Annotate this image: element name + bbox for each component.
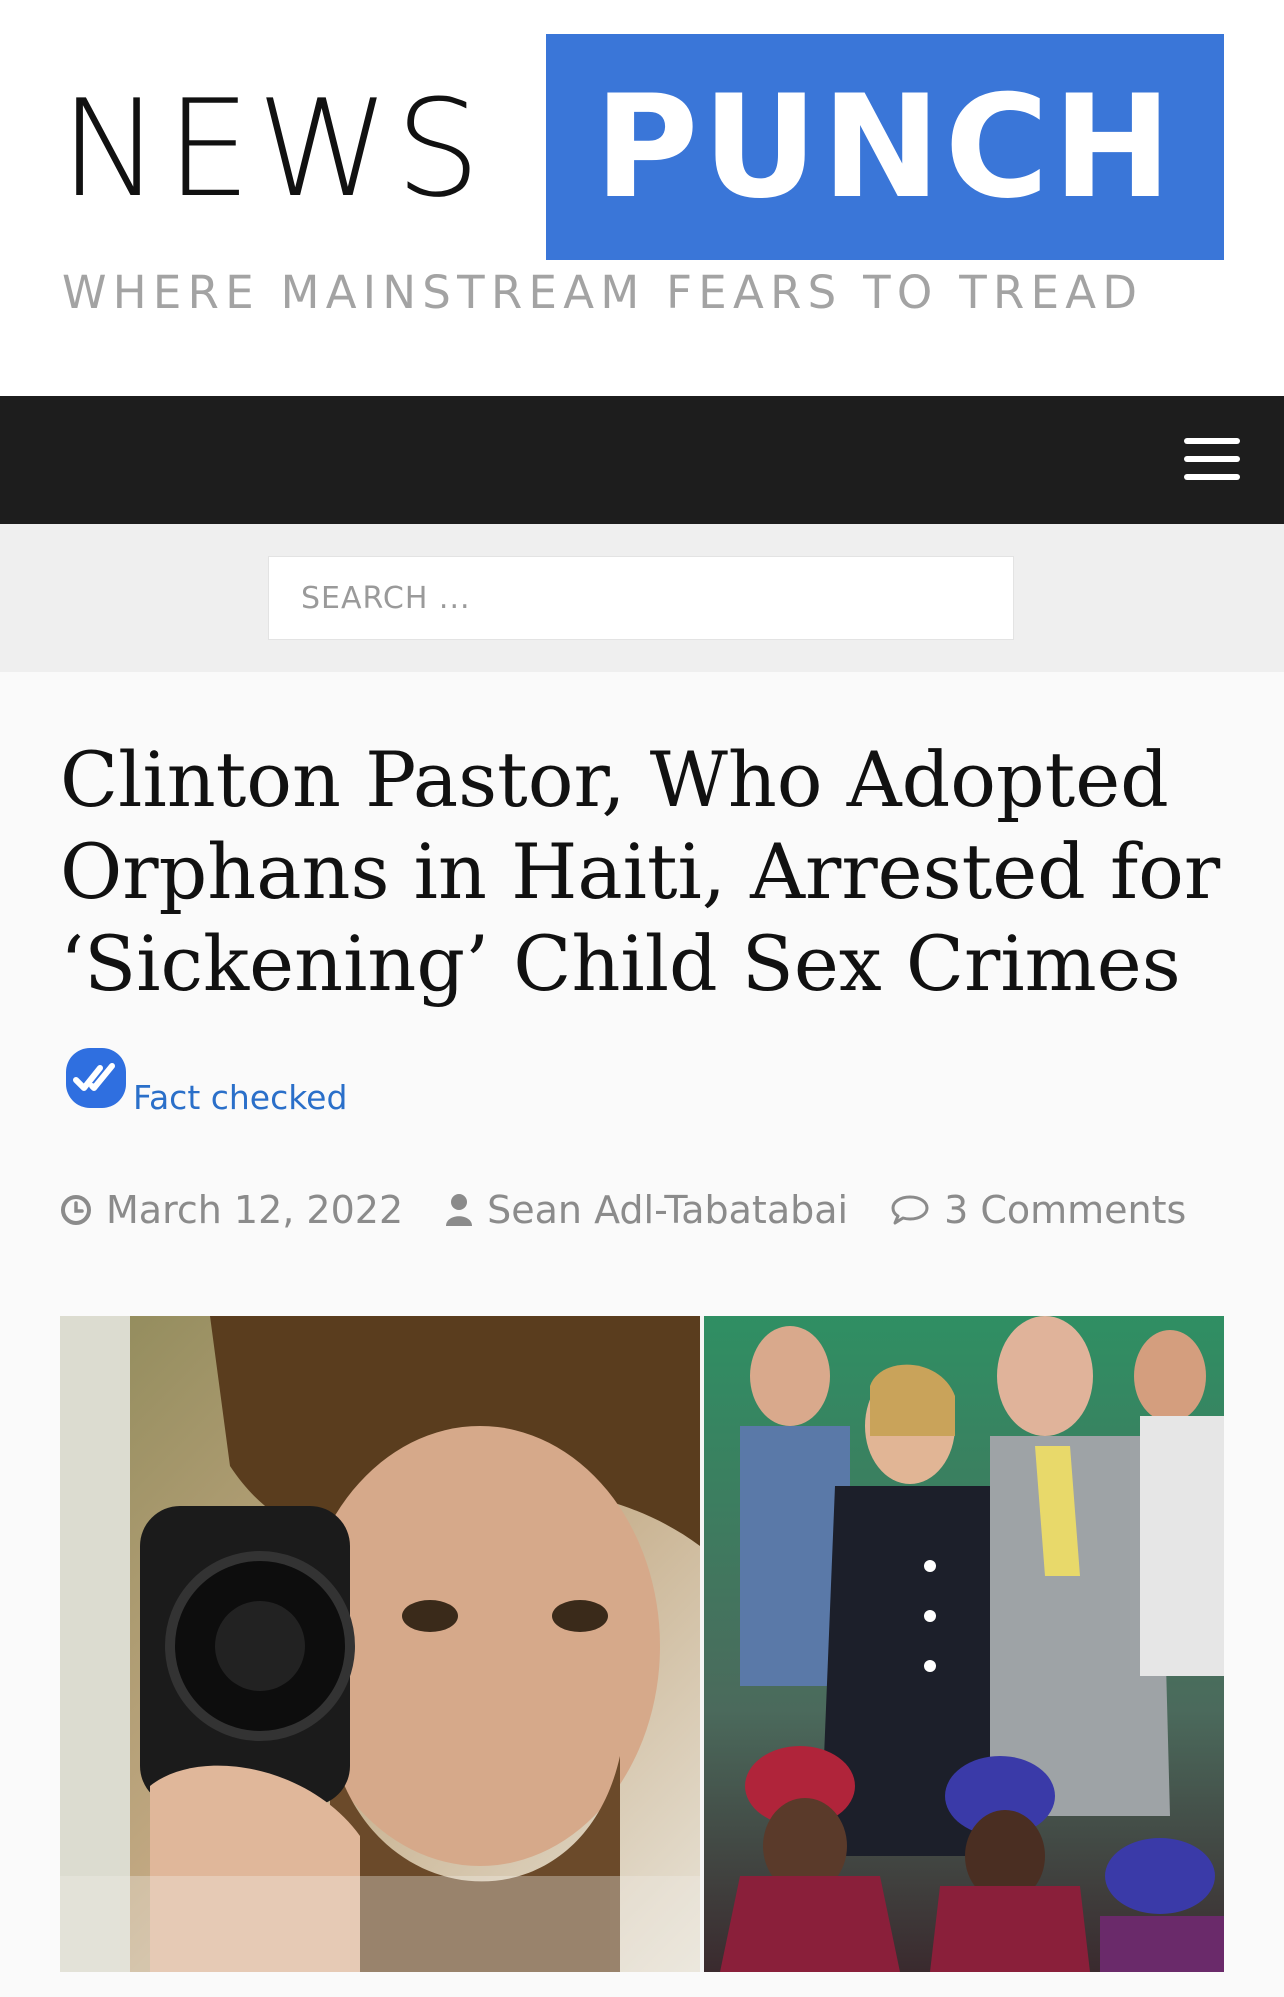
article-featured-image (60, 1316, 1224, 1972)
post-comments-count[interactable]: 3 Comments (944, 1188, 1186, 1232)
hamburger-menu-icon[interactable] (1184, 438, 1240, 482)
clock-icon (61, 1195, 91, 1225)
search-input[interactable] (268, 556, 1014, 640)
fact-check-label[interactable]: Fact checked (133, 1078, 347, 1117)
user-icon (446, 1194, 473, 1226)
post-author[interactable]: Sean Adl-Tabatabai (445, 1188, 848, 1232)
logo-tagline: WHERE MAINSTREAM FEARS TO TREAD (62, 266, 1144, 319)
site-header: NEWS PUNCH WHERE MAINSTREAM FEARS TO TRE… (0, 0, 1284, 396)
post-date: March 12, 2022 (60, 1188, 403, 1232)
article-meta: March 12, 2022 Sean Adl-Tabatabai 3 Comm… (60, 1184, 1186, 1236)
post-date-text: March 12, 2022 (106, 1188, 404, 1232)
comment-icon (891, 1195, 929, 1225)
logo-news-text: NEWS (60, 71, 487, 227)
main-navbar (0, 396, 1284, 524)
logo-punch-box: PUNCH (546, 34, 1224, 260)
article-title: Clinton Pastor, Who Adopted Orphans in H… (60, 735, 1221, 1008)
search-band (0, 524, 1284, 672)
double-check-icon (66, 1048, 126, 1108)
featured-photo-collage (60, 1316, 1224, 1972)
logo-punch-text: PUNCH (594, 64, 1176, 230)
post-author-name[interactable]: Sean Adl-Tabatabai (487, 1188, 848, 1232)
post-comments[interactable]: 3 Comments (890, 1188, 1186, 1232)
site-logo[interactable]: NEWS PUNCH WHERE MAINSTREAM FEARS TO TRE… (60, 34, 1224, 324)
